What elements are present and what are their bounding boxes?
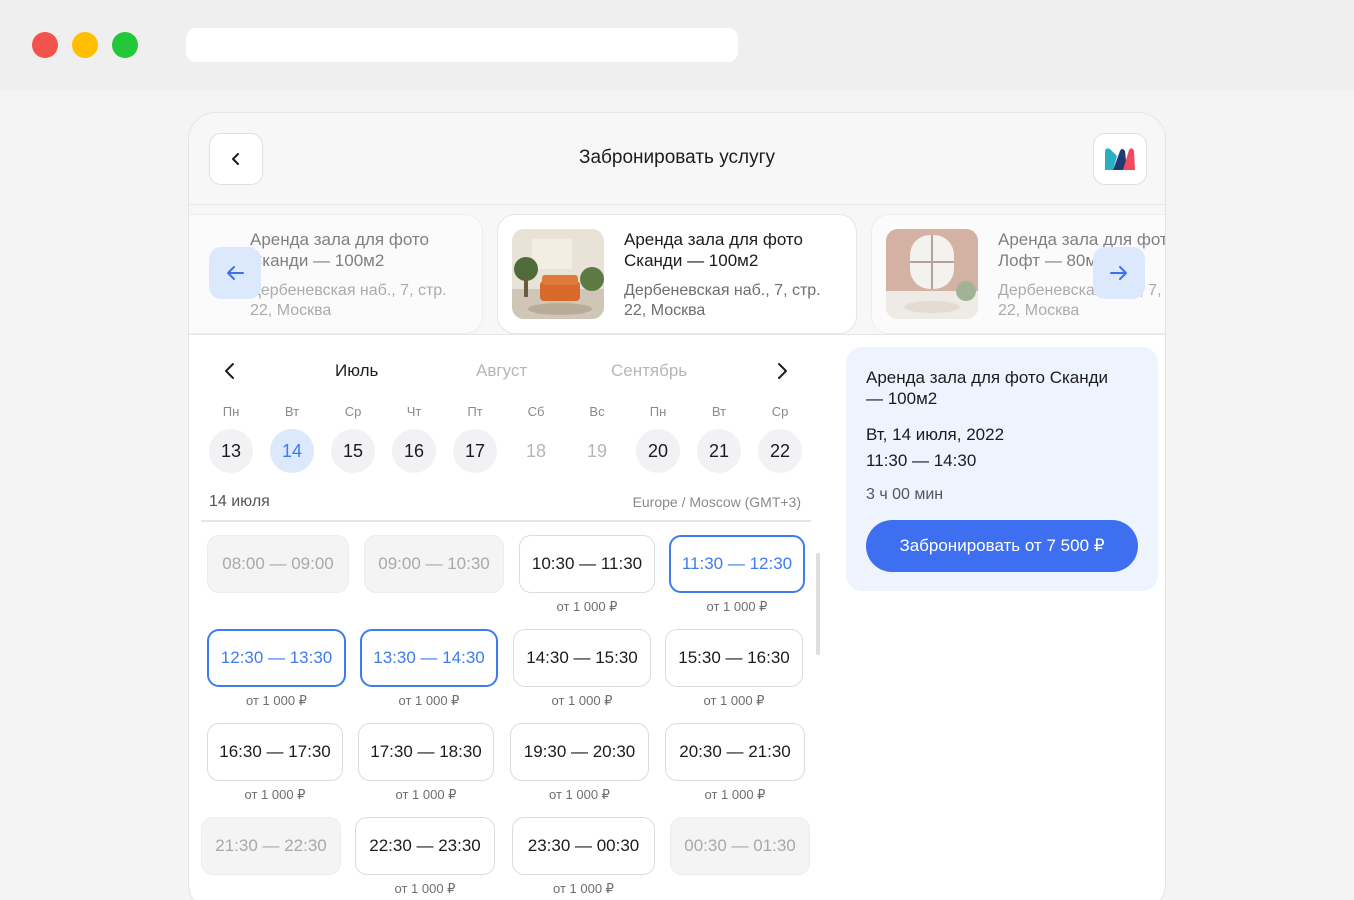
arrow-right-icon — [1110, 266, 1127, 280]
time-slot[interactable]: 17:30 — 18:30 — [358, 723, 494, 781]
time-slot: 21:30 — 22:30 — [201, 817, 341, 875]
address-bar[interactable] — [186, 28, 738, 62]
slot-price: от 1 000 ₽ — [244, 787, 306, 802]
summary-time: 11:30 — 14:30 — [866, 451, 977, 470]
carousel-next-button[interactable] — [1093, 247, 1145, 299]
month-july[interactable]: Июль — [335, 361, 378, 381]
day-19: 19 — [586, 440, 608, 461]
slot-price: от 1 000 ₽ — [551, 693, 613, 708]
slot-price: от 1 000 ₽ — [553, 881, 614, 896]
slot-price: от 1 000 ₽ — [246, 693, 307, 708]
booking-summary: Аренда зала для фото Сканди — 100м2 Вт, … — [846, 347, 1158, 591]
month-next-button[interactable] — [775, 361, 789, 385]
divider — [201, 520, 811, 522]
summary-duration: 3 ч 00 мин — [866, 486, 944, 503]
day-15[interactable]: 15 — [331, 429, 375, 473]
day-20[interactable]: 20 — [636, 429, 680, 473]
day-18: 18 — [525, 440, 547, 461]
service-photo — [886, 229, 978, 319]
slot-price: от 1 000 ₽ — [395, 787, 457, 802]
time-slot: 08:00 — 09:00 — [207, 535, 349, 593]
service-photo — [512, 229, 604, 319]
slots-scrollbar[interactable] — [816, 553, 820, 655]
book-button[interactable]: Забронировать от 7 500 ₽ — [866, 520, 1138, 572]
month-september[interactable]: Сентябрь — [611, 361, 687, 381]
time-slot[interactable]: 10:30 — 11:30 — [519, 535, 655, 593]
time-slot[interactable]: 14:30 — 15:30 — [513, 629, 651, 687]
time-slot[interactable]: 20:30 — 21:30 — [665, 723, 805, 781]
weekday-label: Ср — [771, 404, 789, 419]
window-minimize-button[interactable] — [72, 32, 98, 58]
service-card-address: Дербеневская наб., 7, стр. 22, Москва — [624, 282, 821, 319]
weekday-label: Ср — [344, 404, 362, 419]
time-slot: 09:00 — 10:30 — [364, 535, 504, 593]
summary-title: Аренда зала для фото Сканди — 100м2 — [866, 368, 1109, 408]
day-17[interactable]: 17 — [453, 429, 497, 473]
time-slot[interactable]: 16:30 — 17:30 — [207, 723, 343, 781]
day-22[interactable]: 22 — [758, 429, 802, 473]
carousel-prev-button[interactable] — [209, 247, 261, 299]
weekday-label: Пн — [649, 404, 667, 419]
weekday-label: Вт — [284, 404, 300, 419]
time-slot-selected[interactable]: 11:30 — 12:30 — [669, 535, 805, 593]
booking-app: Забронировать услугу Аренда зала для фот… — [188, 112, 1166, 900]
service-card-active[interactable]: Аренда зала для фото Сканди — 100м2 Дерб… — [497, 214, 857, 334]
timezone-label[interactable]: Europe / Moscow (GMT+3) — [633, 494, 801, 510]
day-21[interactable]: 21 — [697, 429, 741, 473]
summary-date: Вт, 14 июля, 2022 — [866, 425, 1005, 444]
service-carousel: Аренда зала для фото Сканди — 100м2 Дерб… — [189, 205, 1165, 335]
time-slot[interactable]: 23:30 — 00:30 — [512, 817, 655, 875]
day-13[interactable]: 13 — [209, 429, 253, 473]
time-slot[interactable]: 19:30 — 20:30 — [510, 723, 649, 781]
selected-date-label: 14 июля — [209, 493, 270, 510]
brand-logo-icon — [1105, 148, 1135, 170]
slot-price: от 1 000 ₽ — [549, 787, 610, 802]
time-slot[interactable]: 15:30 — 16:30 — [665, 629, 803, 687]
slot-price: от 1 000 ₽ — [556, 599, 618, 614]
service-card-title: Аренда зала для фото Сканди — 100м2 — [250, 230, 429, 270]
weekday-label: Вс — [589, 404, 605, 419]
weekday-label: Пт — [467, 404, 483, 419]
header: Забронировать услугу — [189, 113, 1165, 205]
browser-chrome — [0, 0, 1354, 90]
time-slot: 00:30 — 01:30 — [670, 817, 810, 875]
slot-price: от 1 000 ₽ — [704, 787, 766, 802]
weekday-label: Сб — [527, 404, 545, 419]
weekday-label: Чт — [406, 404, 422, 419]
slot-price: от 1 000 ₽ — [398, 693, 460, 708]
time-slot[interactable]: 22:30 — 23:30 — [355, 817, 495, 875]
chevron-right-icon — [778, 363, 787, 379]
window-close-button[interactable] — [32, 32, 58, 58]
month-august[interactable]: Август — [476, 361, 527, 381]
page-title: Забронировать услугу — [578, 147, 775, 168]
slot-price: от 1 000 ₽ — [394, 881, 456, 896]
service-card-address: Дербеневская наб., 7, стр. 22, Москва — [250, 282, 447, 319]
brand-logo-button[interactable] — [1093, 133, 1147, 185]
window-maximize-button[interactable] — [112, 32, 138, 58]
chevron-left-icon — [225, 363, 234, 379]
service-card-title: Аренда зала для фото Сканди — 100м2 — [624, 230, 803, 270]
time-slot-selected[interactable]: 13:30 — 14:30 — [360, 629, 498, 687]
day-16[interactable]: 16 — [392, 429, 436, 473]
slot-price: от 1 000 ₽ — [703, 693, 765, 708]
weekday-label: Пн — [222, 404, 240, 419]
month-prev-button[interactable] — [223, 361, 237, 385]
time-slot-selected[interactable]: 12:30 — 13:30 — [207, 629, 346, 687]
weekday-label: Вт — [711, 404, 727, 419]
slot-price: от 1 000 ₽ — [706, 599, 768, 614]
arrow-left-icon — [227, 266, 244, 280]
day-14-selected[interactable]: 14 — [270, 429, 314, 473]
